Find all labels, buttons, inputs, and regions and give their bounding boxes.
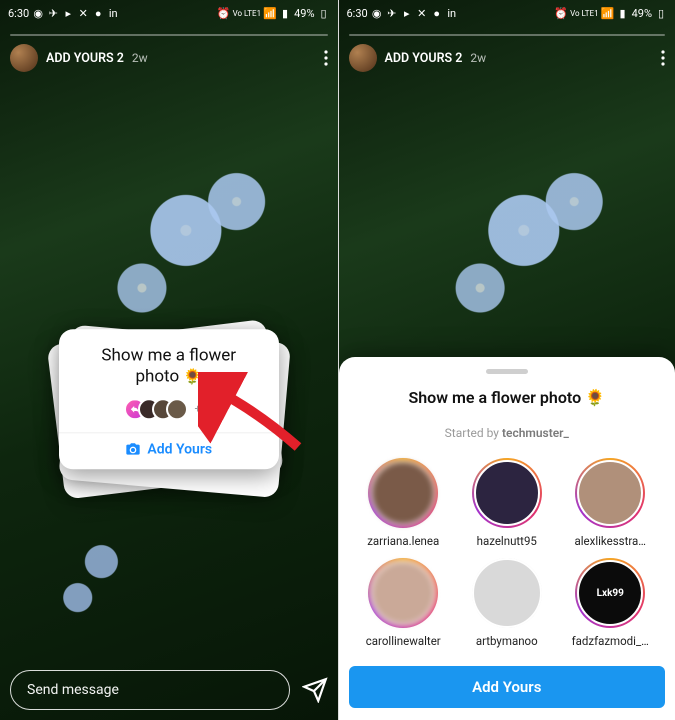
status-bar: 6:30 ◉ ✈ ▸ ✕ ● in ⏰ Vo LTE1 📶 ▮ 49% ▯ [339,0,675,26]
author-avatar[interactable] [349,44,377,72]
story-age: 2w [470,51,486,65]
battery-text: 49% [632,7,652,20]
sticker-prompt: Show me a flower photo 🌻 [71,345,267,388]
telegram-icon: ✈ [47,7,59,19]
sheet-prompt: Show me a flower photo 🌻 [349,388,666,408]
participants-sheet: Show me a flower photo 🌻 Started by tech… [339,357,675,720]
reply-placeholder: Send message [27,682,119,698]
network-label: Vo LTE1 [233,9,262,18]
participant-avatar [368,458,438,528]
status-time: 6:30 [8,7,29,20]
divider [59,432,279,433]
more-options-icon[interactable] [324,50,328,66]
app-icon: ● [92,7,104,19]
participant[interactable]: alexlikesstra… [562,458,660,548]
author-avatar[interactable] [10,44,38,72]
phone-right: 6:30 ◉ ✈ ▸ ✕ ● in ⏰ Vo LTE1 📶 ▮ 49% ▯ AD… [338,0,675,720]
alarm-icon: ⏰ [555,7,567,19]
participant[interactable]: Lxk99 fadzfazmodi_… [562,558,660,648]
reply-input[interactable]: Send message [10,670,290,710]
participant-username: carollinewalter [366,634,441,648]
participant-username: alexlikesstra… [574,534,646,548]
participant-username: artbymanoo [476,634,538,648]
story-header: ADD YOURS 2 2w [0,34,338,72]
battery-icon: ▯ [655,7,667,19]
network-label: Vo LTE1 [570,9,599,18]
participants-more-count: +18 [194,402,213,415]
add-yours-button[interactable]: Add Yours [71,441,267,457]
add-yours-label: Add Yours [472,678,541,696]
story-header: ADD YOURS 2 2w [339,34,675,72]
linkedin-icon: in [446,7,458,19]
participant-avatar [472,558,542,628]
participant-username: hazelnutt95 [477,534,537,548]
participants-preview[interactable]: +18 [71,398,267,420]
participant[interactable]: hazelnutt95 [458,458,556,548]
more-options-icon[interactable] [661,50,665,66]
whatsapp-icon: ◉ [371,7,383,19]
signal-icon: ▮ [279,7,291,19]
share-icon[interactable] [302,677,328,703]
status-time: 6:30 [347,7,368,20]
twitter-icon: ✕ [416,7,428,19]
camera-icon [125,441,141,457]
participant-avatar [575,458,645,528]
participant-avatar [368,558,438,628]
signal-icon: ▮ [617,7,629,19]
participant[interactable]: carollinewalter [355,558,453,648]
telegram-icon: ✈ [386,7,398,19]
alarm-icon: ⏰ [218,7,230,19]
linkedin-icon: in [107,7,119,19]
author-username[interactable]: ADD YOURS 2 [385,51,463,66]
reply-bar: Send message [10,670,328,710]
author-username[interactable]: ADD YOURS 2 [46,51,124,66]
twitter-icon: ✕ [77,7,89,19]
story-age: 2w [132,51,148,65]
add-yours-label: Add Yours [147,441,212,457]
participant[interactable]: artbymanoo [458,558,556,648]
participant-username: fadzfazmodi_… [572,634,649,648]
sunflower-emoji: 🌻 [183,368,202,386]
app-icon: ● [431,7,443,19]
status-bar: 6:30 ◉ ✈ ▸ ✕ ● in ⏰ Vo LTE1 📶 ▮ 49% ▯ [0,0,338,26]
wifi-icon: 📶 [602,7,614,19]
battery-text: 49% [294,7,314,20]
started-by-line[interactable]: Started by techmuster_ [349,426,666,440]
progress-segment [10,34,328,36]
add-yours-sticker[interactable]: Show me a flower photo 🌻 +18 Add Yours [59,329,279,469]
phone-left: 6:30 ◉ ✈ ▸ ✕ ● in ⏰ Vo LTE1 📶 ▮ 49% ▯ AD… [0,0,338,720]
play-icon: ▸ [401,7,413,19]
participant-username: zarriana.lenea [367,534,439,548]
participant[interactable]: zarriana.lenea [355,458,453,548]
wifi-icon: 📶 [264,7,276,19]
add-yours-button[interactable]: Add Yours [349,666,666,708]
participant-avatar [166,398,188,420]
play-icon: ▸ [62,7,74,19]
battery-icon: ▯ [318,7,330,19]
sheet-drag-handle[interactable] [486,369,528,374]
participant-avatar: Lxk99 [575,558,645,628]
progress-segment [349,34,666,36]
participants-grid: zarriana.lenea hazelnutt95 alexlikesstra… c… [349,458,666,648]
whatsapp-icon: ◉ [32,7,44,19]
participant-avatar [472,458,542,528]
